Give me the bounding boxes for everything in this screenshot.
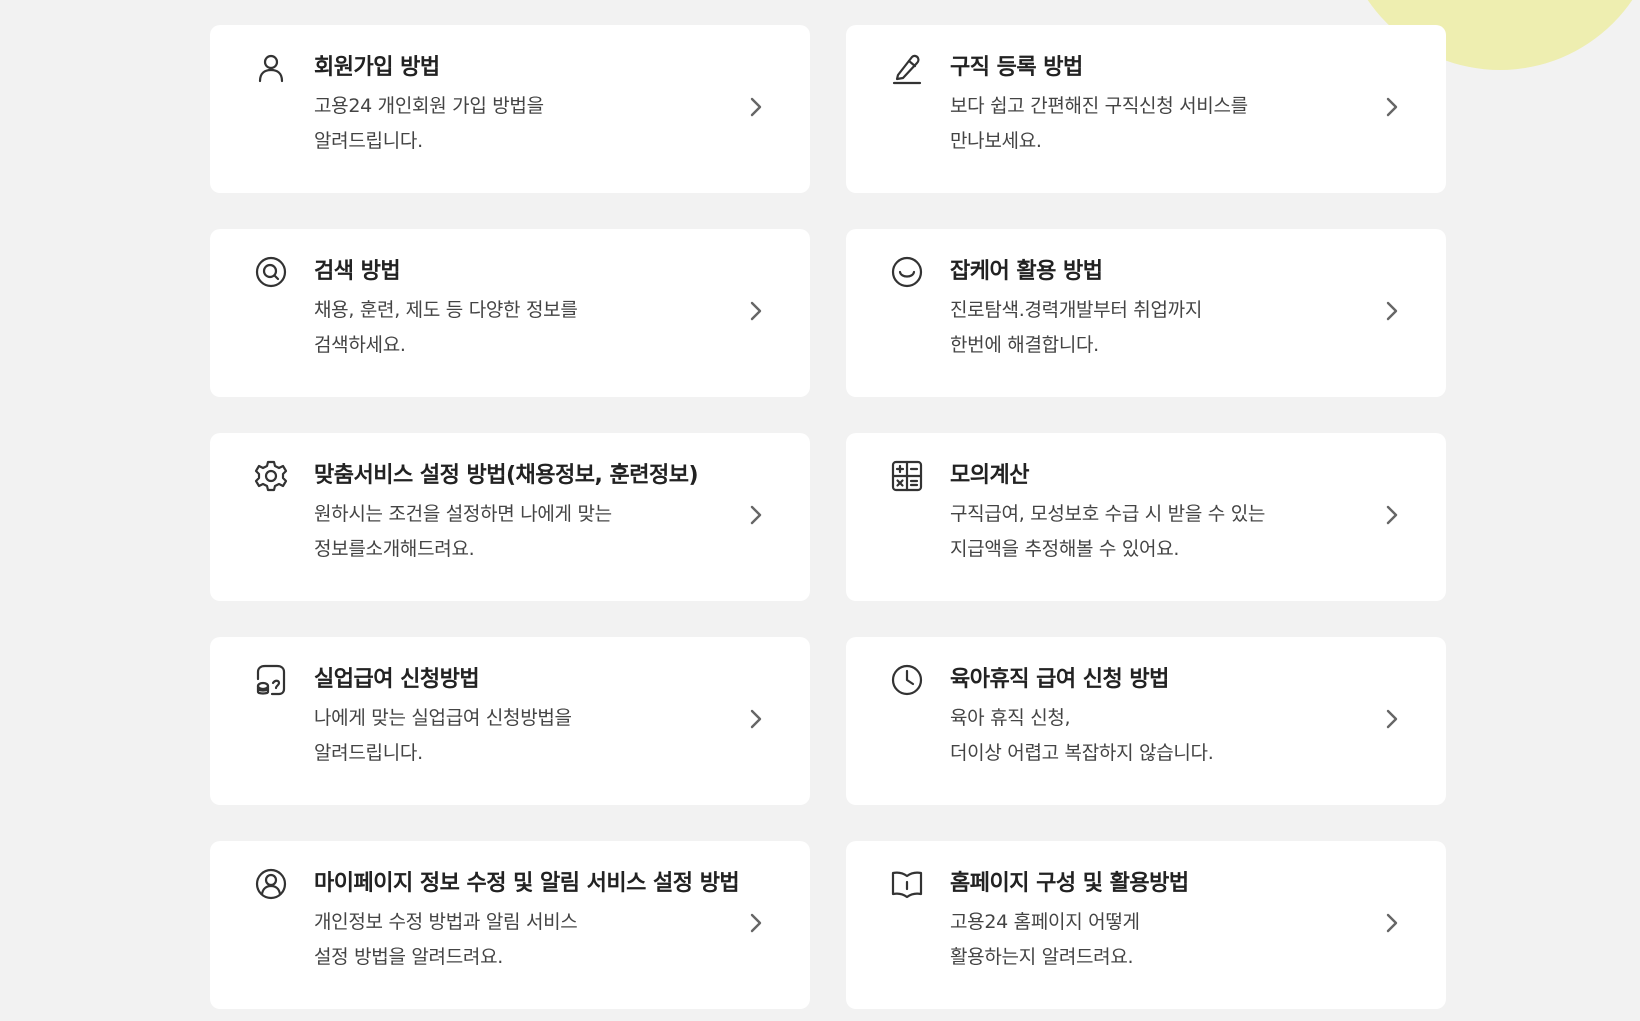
card-jobcare-guide[interactable]: 잡케어 활용 방법 진로탐색.경력개발부터 취업까지 한번에 해결합니다.: [846, 229, 1446, 397]
card-description-line: 육아 휴직 신청,: [950, 707, 1071, 729]
card-description: 원하시는 조건을 설정하면 나에게 맞는 정보를소개해드려요.: [314, 497, 612, 567]
card-description-line: 채용, 훈련, 제도 등 다양한 정보를: [314, 299, 578, 321]
card-description: 고용24 홈페이지 어떻게 활용하는지 알려드려요.: [950, 905, 1140, 975]
card-description-line: 개인정보 수정 방법과 알림 서비스: [314, 911, 578, 933]
gear-icon: [254, 459, 288, 493]
card-description-line: 구직급여, 모성보호 수급 시 받을 수 있는: [950, 503, 1266, 525]
book-icon: [890, 867, 924, 901]
clock-icon: [890, 663, 924, 697]
card-description-line: 진로탐색.경력개발부터 취업까지: [950, 299, 1203, 321]
chevron-right-icon: [1382, 909, 1402, 937]
card-description-line: 알려드립니다.: [314, 742, 423, 764]
search-icon: [254, 255, 288, 289]
smile-icon: [890, 255, 924, 289]
card-description: 구직급여, 모성보호 수급 시 받을 수 있는 지급액을 추정해볼 수 있어요.: [950, 497, 1265, 567]
card-description-line: 고용24 개인회원 가입 방법을: [314, 95, 544, 117]
card-unemployment-benefit-guide[interactable]: 실업급여 신청방법 나에게 맞는 실업급여 신청방법을 알려드립니다.: [210, 637, 810, 805]
card-description-line: 지급액을 추정해볼 수 있어요.: [950, 538, 1180, 560]
card-title: 모의계산: [950, 463, 1029, 488]
card-description-line: 활용하는지 알려드려요.: [950, 946, 1134, 968]
card-description-line: 고용24 홈페이지 어떻게: [950, 911, 1140, 933]
card-description-line: 정보를소개해드려요.: [314, 538, 475, 560]
chevron-right-icon: [746, 909, 766, 937]
card-custom-service-guide[interactable]: 맞춤서비스 설정 방법(채용정보, 훈련정보) 원하시는 조건을 설정하면 나에…: [210, 433, 810, 601]
chevron-right-icon: [1382, 705, 1402, 733]
card-search-guide[interactable]: 검색 방법 채용, 훈련, 제도 등 다양한 정보를 검색하세요.: [210, 229, 810, 397]
card-description-line: 원하시는 조건을 설정하면 나에게 맞는: [314, 503, 612, 525]
chevron-right-icon: [1382, 297, 1402, 325]
card-title: 구직 등록 방법: [950, 55, 1083, 80]
card-title: 홈페이지 구성 및 활용방법: [950, 871, 1189, 896]
card-job-registration-guide[interactable]: 구직 등록 방법 보다 쉽고 간편해진 구직신청 서비스를 만나보세요.: [846, 25, 1446, 193]
pencil-icon: [890, 51, 924, 85]
card-title: 실업급여 신청방법: [314, 667, 480, 692]
card-description: 고용24 개인회원 가입 방법을 알려드립니다.: [314, 89, 544, 159]
card-description: 채용, 훈련, 제도 등 다양한 정보를 검색하세요.: [314, 293, 578, 363]
user-icon: [254, 51, 288, 85]
card-title: 마이페이지 정보 수정 및 알림 서비스 설정 방법: [314, 871, 740, 896]
coins-icon: [254, 663, 288, 697]
chevron-right-icon: [1382, 93, 1402, 121]
chevron-right-icon: [746, 501, 766, 529]
card-description: 나에게 맞는 실업급여 신청방법을 알려드립니다.: [314, 701, 572, 771]
card-signup-guide[interactable]: 회원가입 방법 고용24 개인회원 가입 방법을 알려드립니다.: [210, 25, 810, 193]
chevron-right-icon: [746, 93, 766, 121]
user-circle-icon: [254, 867, 288, 901]
card-description: 진로탐색.경력개발부터 취업까지 한번에 해결합니다.: [950, 293, 1202, 363]
chevron-right-icon: [746, 297, 766, 325]
card-title: 육아휴직 급여 신청 방법: [950, 667, 1169, 692]
card-mypage-guide[interactable]: 마이페이지 정보 수정 및 알림 서비스 설정 방법 개인정보 수정 방법과 알…: [210, 841, 810, 1009]
page: 회원가입 방법 고용24 개인회원 가입 방법을 알려드립니다. 구직 등록 방…: [0, 0, 1640, 1021]
card-description-line: 검색하세요.: [314, 334, 406, 356]
card-description-line: 더이상 어렵고 복잡하지 않습니다.: [950, 742, 1214, 764]
card-description-line: 알려드립니다.: [314, 130, 423, 152]
chevron-right-icon: [746, 705, 766, 733]
card-title: 회원가입 방법: [314, 55, 440, 80]
calculator-icon: [890, 459, 924, 493]
card-description-line: 나에게 맞는 실업급여 신청방법을: [314, 707, 572, 729]
card-description: 육아 휴직 신청, 더이상 어렵고 복잡하지 않습니다.: [950, 701, 1214, 771]
card-description-line: 만나보세요.: [950, 130, 1042, 152]
card-description-line: 보다 쉽고 간편해진 구직신청 서비스를: [950, 95, 1248, 117]
card-title: 잡케어 활용 방법: [950, 259, 1103, 284]
chevron-right-icon: [1382, 501, 1402, 529]
card-parental-leave-guide[interactable]: 육아휴직 급여 신청 방법 육아 휴직 신청, 더이상 어렵고 복잡하지 않습니…: [846, 637, 1446, 805]
card-description-line: 한번에 해결합니다.: [950, 334, 1099, 356]
guide-card-grid: 회원가입 방법 고용24 개인회원 가입 방법을 알려드립니다. 구직 등록 방…: [210, 25, 1446, 1009]
card-title: 검색 방법: [314, 259, 401, 284]
card-title: 맞춤서비스 설정 방법(채용정보, 훈련정보): [314, 463, 699, 488]
card-description: 개인정보 수정 방법과 알림 서비스 설정 방법을 알려드려요.: [314, 905, 578, 975]
card-simulation-calc[interactable]: 모의계산 구직급여, 모성보호 수급 시 받을 수 있는 지급액을 추정해볼 수…: [846, 433, 1446, 601]
card-description: 보다 쉽고 간편해진 구직신청 서비스를 만나보세요.: [950, 89, 1248, 159]
card-homepage-guide[interactable]: 홈페이지 구성 및 활용방법 고용24 홈페이지 어떻게 활용하는지 알려드려요…: [846, 841, 1446, 1009]
card-description-line: 설정 방법을 알려드려요.: [314, 946, 504, 968]
